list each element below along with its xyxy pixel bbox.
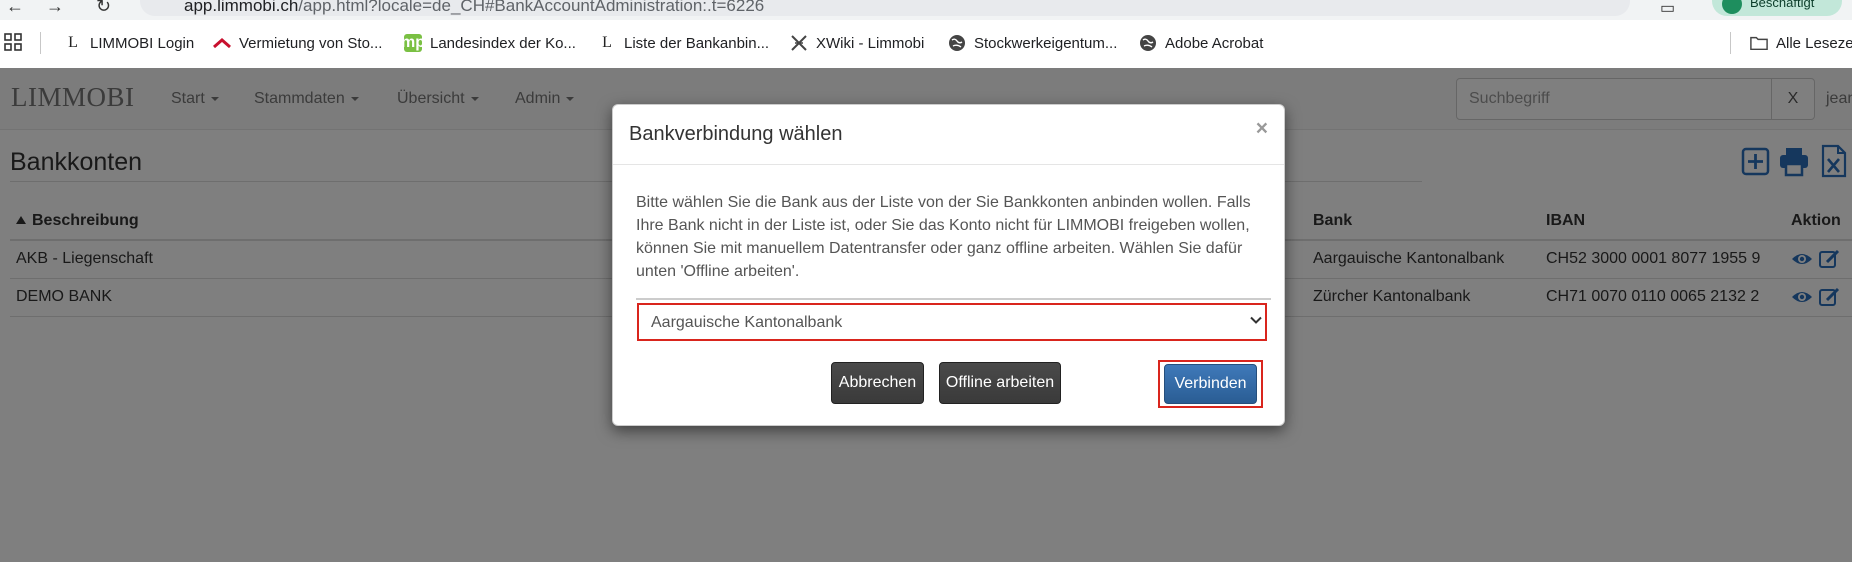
bookmarks-bar: L LIMMOBI Login Vermietung von Sto... mp… xyxy=(0,20,1852,68)
avatar xyxy=(1722,0,1742,14)
limmobi-l-icon: L xyxy=(602,34,612,51)
bookmark-label: Stockwerkeigentum... xyxy=(974,34,1118,52)
modal-title: Bankverbindung wählen xyxy=(629,123,843,145)
bookmark-label: Landesindex der Ko... xyxy=(430,34,576,52)
url-bar[interactable]: app.limmobi.ch/app.html?locale=de_CH#Ban… xyxy=(140,0,1630,16)
forward-arrow-icon[interactable]: → xyxy=(46,0,64,17)
bookmark-adobe-acrobat[interactable]: Adobe Acrobat xyxy=(1139,32,1263,54)
apps-grid-icon[interactable] xyxy=(4,33,22,51)
globe-icon xyxy=(1139,34,1157,52)
reload-icon[interactable]: ↻ xyxy=(96,0,111,17)
extensions-icon[interactable]: ▭ xyxy=(1660,0,1675,18)
url-text: app.limmobi.ch/app.html?locale=de_CH#Ban… xyxy=(184,0,765,15)
bank-select[interactable]: Aargauische Kantonalbank xyxy=(637,303,1267,341)
connect-button-highlight: Verbinden xyxy=(1158,360,1263,408)
bookmark-xwiki[interactable]: XWiki - Limmobi xyxy=(790,32,924,54)
bookmark-label: Liste der Bankanbin... xyxy=(624,34,770,52)
bookmark-label: Vermietung von Sto... xyxy=(239,34,383,52)
bank-select-wrapper: Aargauische Kantonalbank xyxy=(636,298,1271,341)
bookmark-label: Adobe Acrobat xyxy=(1165,34,1264,52)
bookmarks-separator xyxy=(1730,32,1731,54)
bookmark-liste-bankanbindung[interactable]: L Liste der Bankanbin... xyxy=(598,32,769,54)
all-bookmarks-button[interactable]: Alle Lesezeichen xyxy=(1750,32,1852,54)
chevron-logo-icon xyxy=(213,34,231,52)
bookmark-label: LIMMOBI Login xyxy=(90,34,195,52)
bookmark-label: Alle Lesezeichen xyxy=(1776,34,1852,52)
modal-header: Bankverbindung wählen × xyxy=(613,105,1284,165)
globe-icon xyxy=(948,34,966,52)
modal-description: Bitte wählen Sie die Bank aus der Liste … xyxy=(636,194,1251,280)
connect-button[interactable]: Verbinden xyxy=(1164,364,1257,404)
close-icon[interactable]: × xyxy=(1256,117,1268,141)
bookmark-landesindex[interactable]: mp Landesindex der Ko... xyxy=(401,32,576,54)
offline-button[interactable]: Offline arbeiten xyxy=(939,362,1061,404)
folder-icon xyxy=(1750,34,1768,52)
bookmark-stockwerkeigentum[interactable]: Stockwerkeigentum... xyxy=(948,32,1117,54)
mp-logo-icon: mp xyxy=(401,34,425,52)
profile-label: Beschäftigt xyxy=(1750,0,1815,10)
browser-address-strip: ← → ↻ app.limmobi.ch/app.html?locale=de_… xyxy=(0,0,1852,20)
bookmark-limmobi-login[interactable]: L LIMMOBI Login xyxy=(64,32,194,54)
back-arrow-icon[interactable]: ← xyxy=(6,0,24,17)
profile-button[interactable]: Beschäftigt xyxy=(1712,0,1842,16)
bookmark-vermietung[interactable]: Vermietung von Sto... xyxy=(213,32,382,54)
bank-connection-dialog: Bankverbindung wählen × Bitte wählen Sie… xyxy=(612,104,1285,426)
bookmarks-separator xyxy=(40,32,41,54)
bookmark-label: XWiki - Limmobi xyxy=(816,34,925,52)
xwiki-icon xyxy=(790,34,808,52)
cancel-button[interactable]: Abbrechen xyxy=(831,362,924,404)
limmobi-l-icon: L xyxy=(68,34,78,51)
